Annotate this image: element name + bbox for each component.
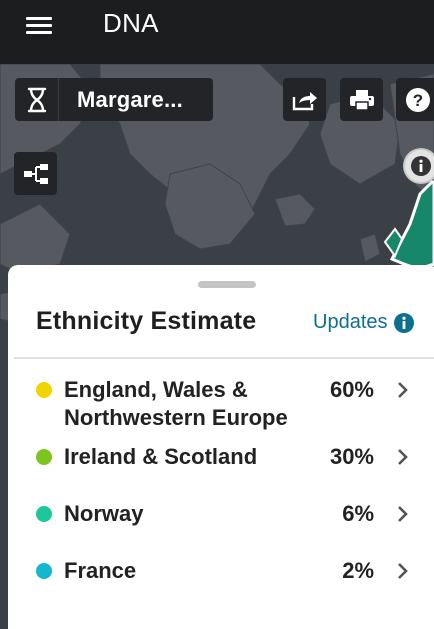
region-color-dot <box>36 449 52 465</box>
divider <box>14 357 434 359</box>
region-row[interactable]: France 2% <box>8 557 434 597</box>
dna-helix-icon <box>15 78 59 121</box>
region-percent: 6% <box>342 501 374 526</box>
region-name: France <box>64 558 137 583</box>
region-color-dot <box>36 563 52 579</box>
chevron-right-icon[interactable] <box>396 561 410 581</box>
chevron-right-icon[interactable] <box>396 504 410 524</box>
map-info-button[interactable] <box>405 150 434 182</box>
help-icon: ? <box>405 87 430 112</box>
info-icon <box>393 312 414 333</box>
region-percent: 60% <box>329 377 374 402</box>
page-title: DNA <box>103 8 159 38</box>
profile-name: Margare... <box>77 86 183 112</box>
ethnicity-estimate-sheet: Ethnicity Estimate Updates England, Wale… <box>8 265 434 629</box>
svg-text:?: ? <box>412 91 422 110</box>
tree-view-button[interactable] <box>14 152 57 195</box>
region-percent: 2% <box>342 558 374 583</box>
chevron-right-icon[interactable] <box>396 447 410 467</box>
updates-label: Updates <box>313 311 388 333</box>
info-icon <box>411 156 431 176</box>
highlighted-region[interactable] <box>389 180 434 271</box>
tree-icon <box>23 163 48 184</box>
profile-selector-button[interactable]: Margare... <box>15 78 213 121</box>
region-name: England, Wales & Northwestern Europe <box>64 377 288 430</box>
region-color-dot <box>36 506 52 522</box>
region-name: Norway <box>64 501 144 526</box>
region-percent: 30% <box>329 444 374 469</box>
chevron-right-icon[interactable] <box>396 380 410 400</box>
print-button[interactable] <box>340 78 383 121</box>
updates-link[interactable]: Updates <box>313 311 414 334</box>
print-icon <box>349 89 374 111</box>
region-color-dot <box>36 382 52 398</box>
app-bar: DNA <box>0 0 434 64</box>
share-icon <box>292 91 317 110</box>
region-name: Ireland & Scotland <box>64 444 258 469</box>
region-row[interactable]: Ireland & Scotland 30% <box>8 443 434 483</box>
sheet-drag-handle[interactable] <box>198 281 256 288</box>
hamburger-menu-icon[interactable] <box>24 13 56 39</box>
sheet-title: Ethnicity Estimate <box>36 307 257 335</box>
help-button[interactable]: ? <box>396 78 434 121</box>
region-row[interactable]: England, Wales & Northwestern Europe 60% <box>8 376 434 436</box>
region-row[interactable]: Norway 6% <box>8 500 434 540</box>
share-button[interactable] <box>283 78 326 121</box>
